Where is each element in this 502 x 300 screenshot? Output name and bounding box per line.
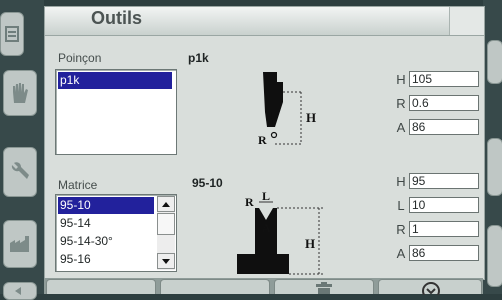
- cycle-button[interactable]: [378, 279, 482, 295]
- die-a-field-label: A: [396, 246, 406, 261]
- bottom-button-2[interactable]: [160, 279, 270, 294]
- punch-r-label: R: [258, 133, 267, 147]
- die-list-item[interactable]: 95-16: [58, 251, 154, 268]
- die-h-field[interactable]: 95: [409, 173, 479, 189]
- trash-icon: [316, 282, 332, 294]
- die-diagram: R L A H: [237, 189, 323, 275]
- die-listbox[interactable]: 95-10 95-14 95-14-30° 95-16: [55, 194, 177, 272]
- cycle-icon: [422, 282, 440, 295]
- arrow-up-icon: [162, 201, 170, 207]
- window-button[interactable]: [0, 12, 24, 56]
- die-selected-name: 95-10: [192, 176, 223, 190]
- punch-list-item[interactable]: p1k: [58, 72, 172, 89]
- die-label: Matrice: [58, 178, 98, 192]
- title-bar: Outils: [45, 7, 484, 36]
- die-scroll-thumb[interactable]: [157, 213, 175, 235]
- die-h-field-label: H: [396, 174, 406, 189]
- punch-label: Poinçon: [58, 51, 102, 65]
- die-a-label: A: [262, 221, 271, 235]
- right-button-1[interactable]: [487, 40, 502, 84]
- title-corner: [449, 7, 484, 35]
- punch-selected-name: p1k: [188, 51, 209, 65]
- die-l-label: L: [262, 189, 270, 203]
- delete-button[interactable]: [274, 279, 374, 294]
- die-scroll-up-button[interactable]: [157, 196, 175, 212]
- die-r-label: R: [245, 195, 254, 209]
- die-list-item[interactable]: 95-10: [58, 197, 154, 214]
- manual-button[interactable]: [3, 70, 37, 116]
- right-button-3[interactable]: [487, 225, 502, 287]
- right-button-2[interactable]: [487, 138, 502, 196]
- punch-r-field[interactable]: 0.6: [409, 95, 479, 111]
- die-a-field[interactable]: 86: [409, 245, 479, 261]
- die-list-item[interactable]: 95-14-30°: [58, 233, 154, 250]
- punch-h-field-label: H: [396, 72, 406, 87]
- punch-h-field[interactable]: 105: [409, 71, 479, 87]
- die-scroll-down-button[interactable]: [157, 253, 175, 269]
- bottom-button-1[interactable]: [46, 279, 156, 294]
- die-list-item[interactable]: 95-14: [58, 215, 154, 232]
- die-l-field-label: L: [397, 198, 405, 213]
- content-area: Poinçon p1k p1k H R H 105 R 0.6 A 86 Mat…: [45, 36, 484, 279]
- punch-r-field-label: R: [396, 96, 406, 111]
- window-title: Outils: [91, 8, 143, 28]
- window-icon: [5, 26, 19, 42]
- die-r-field-label: R: [396, 222, 406, 237]
- hand-icon: [13, 83, 28, 103]
- factory-icon: [10, 236, 29, 252]
- punch-a-field-label: A: [396, 120, 406, 135]
- tools-button[interactable]: [3, 147, 37, 197]
- tools-panel: Outils Poinçon p1k p1k H R H 105 R 0.6 A…: [44, 6, 485, 280]
- wrench-icon: [11, 162, 30, 179]
- production-button[interactable]: [3, 220, 37, 268]
- back-button[interactable]: [3, 282, 37, 300]
- punch-listbox[interactable]: p1k: [55, 69, 177, 155]
- punch-h-label: H: [306, 110, 316, 125]
- back-icon: [15, 287, 21, 295]
- die-l-field[interactable]: 10: [409, 197, 479, 213]
- punch-a-field[interactable]: 86: [409, 119, 479, 135]
- arrow-down-icon: [162, 258, 170, 264]
- die-r-field[interactable]: 1: [409, 221, 479, 237]
- punch-diagram: H R: [258, 72, 316, 147]
- die-h-label: H: [305, 236, 315, 251]
